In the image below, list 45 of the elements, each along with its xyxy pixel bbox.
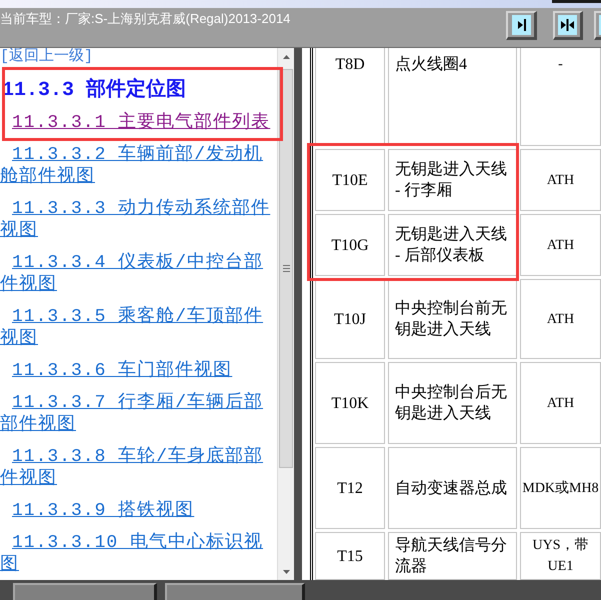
table-cell: T10E [315, 149, 385, 211]
table-cell: ATH [520, 149, 601, 211]
section-link[interactable]: 11.3.3.10 电气中心标识视图 [0, 532, 277, 576]
vehicle-model-label: 当前车型：厂家:S-上海别克君威(Regal)2013-2014 [0, 11, 290, 27]
table-cell: T10J [315, 279, 385, 359]
section-link[interactable]: 11.3.3.3 动力传动系统部件视图 [0, 198, 277, 242]
table-cell: 无钥匙进入天线 - 后部仪表板 [388, 214, 517, 276]
caret-up-icon [282, 54, 290, 58]
table-cell: - [520, 48, 601, 146]
table-cell: 导航天线信号分流器 [388, 532, 517, 580]
arrow-to-bar-icon [512, 15, 530, 35]
table-cell: 自动变速器总成 [388, 447, 517, 529]
table-cell: T10G [315, 214, 385, 276]
toolbar-button[interactable] [506, 11, 537, 40]
arrows-to-center-icon [558, 15, 577, 35]
section-link[interactable]: 11.3.3.6 车门部件视图 [0, 360, 277, 382]
table-cell: 无钥匙进入天线 - 行李厢 [388, 149, 517, 211]
table-cell: T12 [315, 447, 385, 529]
window-corner [552, 0, 601, 3]
section-link[interactable]: 11.3.3.9 搭铁视图 [0, 500, 277, 522]
table-cell: T10K [315, 362, 385, 444]
bottom-bar-button[interactable] [165, 583, 305, 600]
section-link[interactable]: 11.3.3.4 仪表板/中控台部件视图 [0, 252, 277, 296]
section-link[interactable]: 11.3.3.8 车轮/车身底部部件视图 [0, 446, 277, 490]
grip-icon [282, 265, 290, 272]
table-cell: UYS，带UE1 [520, 532, 601, 580]
table-cell: T15 [315, 532, 385, 580]
table-cell: ATH [520, 279, 601, 359]
table-cell: T8D [315, 48, 385, 146]
table-cell: 中央控制台前无钥匙进入天线 [388, 279, 517, 359]
section-link[interactable]: 11.3.3.5 乘客舱/车顶部件视图 [0, 306, 277, 350]
scrollbar-thumb[interactable] [279, 69, 293, 468]
table-cell: 中央控制台后无钥匙进入天线 [388, 362, 517, 444]
section-link[interactable]: 11.3.3.2 车辆前部/发动机舱部件视图 [0, 144, 277, 188]
caret-down-icon [282, 570, 290, 574]
table-cell: 点火线圈4 [388, 48, 517, 146]
toolbar-button[interactable] [594, 11, 601, 40]
section-link[interactable]: 11.3.3.7 行李厢/车辆后部部件视图 [0, 392, 277, 436]
section-link[interactable]: 11.3.3.1 主要电气部件列表 [0, 112, 277, 134]
section-heading: 11.3.3 部件定位图 [2, 80, 186, 102]
table-cell: MDK或MH8 [520, 447, 601, 529]
table-cell: ATH [520, 214, 601, 276]
scrollbar[interactable] [277, 48, 294, 580]
toolbar-button[interactable] [553, 11, 583, 40]
table-cell: ATH [520, 362, 601, 444]
